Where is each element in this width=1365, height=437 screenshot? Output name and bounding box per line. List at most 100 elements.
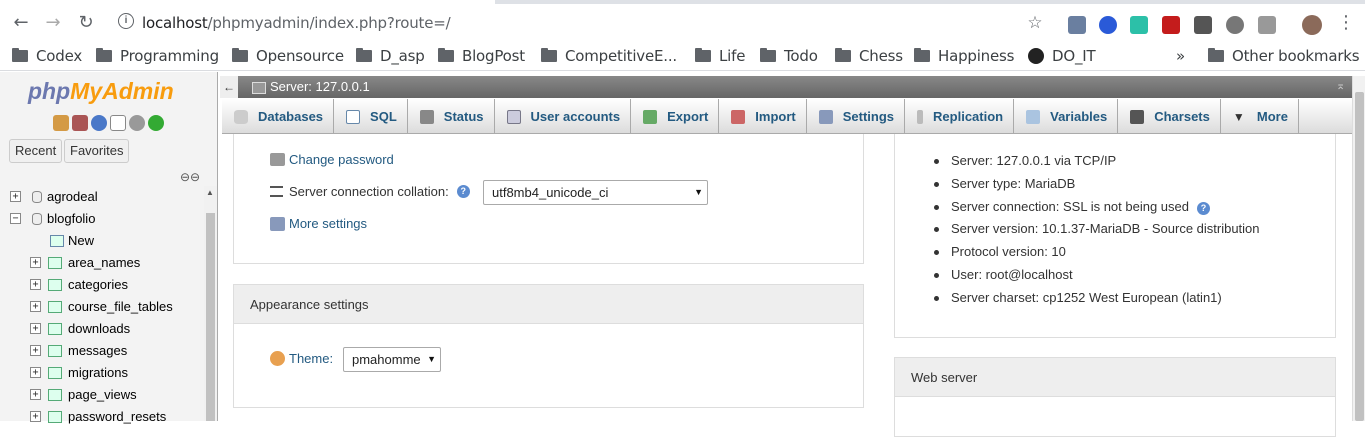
tree-item-new[interactable]: New (0, 230, 205, 252)
bookmark-life[interactable]: Life (695, 46, 745, 66)
help-icon[interactable] (91, 115, 107, 131)
expand-icon[interactable]: + (30, 257, 41, 268)
recent-button[interactable]: Recent (9, 139, 63, 163)
nav-scroll-thumb[interactable] (206, 213, 215, 421)
theme-row: Theme: (270, 351, 333, 366)
help-icon[interactable]: ? (1197, 202, 1210, 215)
tab-settings[interactable]: Settings (807, 99, 906, 134)
bookmark-d-asp[interactable]: D_asp (356, 46, 425, 66)
extension-icon-3[interactable] (1130, 16, 1148, 34)
bookmark-label: Todo (784, 47, 818, 65)
home-icon[interactable] (53, 115, 69, 131)
expand-icon[interactable]: + (10, 191, 21, 202)
url-field[interactable]: i localhost/phpmyadmin/index.php?route=/ (110, 6, 1060, 38)
tree-item-migrations[interactable]: + migrations (0, 362, 205, 384)
docs-icon[interactable] (110, 115, 126, 131)
tree-item-area-names[interactable]: + area_names (0, 252, 205, 274)
extension-icon-7[interactable] (1258, 16, 1276, 34)
extension-icon-1[interactable] (1068, 16, 1086, 34)
tab-label: SQL (370, 109, 397, 124)
bookmark-do-it[interactable]: DO_IT (1028, 46, 1096, 66)
tree-item-page-views[interactable]: + page_views (0, 384, 205, 406)
expand-icon[interactable]: + (30, 411, 41, 422)
tree-item-messages[interactable]: + messages (0, 340, 205, 362)
extension-icon-2[interactable] (1099, 16, 1117, 34)
collapse-icon[interactable]: ⌅ (1336, 80, 1348, 92)
bookmark-label: Codex (36, 47, 83, 65)
theme-select[interactable]: pmahomme ▼ (343, 347, 441, 372)
tab-replication[interactable]: Replication (905, 99, 1015, 134)
site-info-icon[interactable]: i (118, 13, 134, 29)
bookmark-happiness[interactable]: Happiness (914, 46, 1014, 66)
tree-item-course-file-tables[interactable]: + course_file_tables (0, 296, 205, 318)
extension-icon-6[interactable] (1226, 16, 1244, 34)
bookmark-star-icon[interactable]: ☆ (1024, 12, 1046, 34)
bookmark-programming[interactable]: Programming (96, 46, 219, 66)
bookmarks-overflow-button[interactable]: » (1176, 46, 1185, 66)
tree-item-categories[interactable]: + categories (0, 274, 205, 296)
back-icon[interactable]: ← (10, 12, 32, 34)
tab-databases[interactable]: Databases (222, 99, 335, 134)
main-scroll-thumb[interactable] (1355, 92, 1364, 421)
reload-icon[interactable]: ↻ (75, 12, 97, 34)
collapse-icon[interactable]: − (10, 213, 21, 224)
variables-icon (1026, 109, 1041, 124)
more-settings-link[interactable]: More settings (289, 216, 367, 231)
bookmark-competitive[interactable]: CompetitiveE... (541, 46, 677, 66)
tab-variables[interactable]: Variables (1014, 99, 1119, 134)
tree-item-password-resets[interactable]: + password_resets (0, 406, 205, 426)
server-icon (252, 81, 266, 94)
extension-icon-4[interactable] (1162, 16, 1180, 34)
change-password-row[interactable]: Change password (270, 152, 394, 167)
bookmark-codex[interactable]: Codex (12, 46, 82, 66)
tab-import[interactable]: Import (719, 99, 807, 134)
change-password-link[interactable]: Change password (289, 152, 394, 167)
expand-icon[interactable]: + (30, 389, 41, 400)
reload-icon[interactable] (148, 115, 164, 131)
more-settings-row[interactable]: More settings (270, 216, 367, 231)
tab-sql[interactable]: SQL (334, 99, 408, 134)
forward-icon[interactable]: → (42, 12, 64, 34)
extension-icon-5[interactable] (1194, 16, 1212, 34)
tree-label: categories (68, 277, 128, 292)
nav-scrollbar[interactable]: ▲ (204, 186, 217, 421)
menu-kebab-icon[interactable]: ⋮ (1335, 12, 1357, 34)
collation-select[interactable]: utf8mb4_unicode_ci ▼ (483, 180, 708, 205)
tree-item-agrodeal[interactable]: + agrodeal (0, 186, 205, 208)
server-breadcrumb[interactable]: Server: 127.0.0.1 (252, 76, 370, 98)
collation-label: Server connection collation: (289, 184, 449, 199)
tab-export[interactable]: Export (631, 99, 720, 134)
bookmark-chess[interactable]: Chess (835, 46, 903, 66)
expand-icon[interactable]: + (30, 345, 41, 356)
folder-icon (96, 48, 112, 62)
tab-user-accounts[interactable]: User accounts (495, 99, 632, 134)
bookmark-other[interactable]: Other bookmarks (1208, 46, 1360, 66)
bookmark-todo[interactable]: Todo (760, 46, 818, 66)
tab-status[interactable]: Status (408, 99, 495, 134)
bookmark-label: Programming (120, 47, 219, 65)
tab-charsets[interactable]: Charsets (1118, 99, 1221, 134)
scroll-up-icon[interactable]: ▲ (206, 188, 214, 197)
expand-icon[interactable]: + (30, 323, 41, 334)
tree-item-blogfolio[interactable]: − blogfolio (0, 208, 205, 230)
replication-icon (917, 109, 924, 124)
tree-item-downloads[interactable]: + downloads (0, 318, 205, 340)
main-scrollbar[interactable] (1352, 76, 1365, 421)
expand-icon[interactable]: + (30, 279, 41, 290)
logout-icon[interactable] (72, 115, 88, 131)
profile-avatar[interactable] (1302, 15, 1322, 35)
url-text[interactable]: localhost/phpmyadmin/index.php?route=/ (142, 14, 451, 32)
bookmark-blogpost[interactable]: BlogPost (438, 46, 525, 66)
phpmyadmin-logo[interactable]: phpMyAdmin (28, 78, 174, 105)
theme-label[interactable]: Theme: (289, 351, 333, 366)
help-icon[interactable]: ? (456, 185, 470, 198)
bookmark-opensource[interactable]: Opensource (232, 46, 344, 66)
back-arrow-icon[interactable]: ← (220, 76, 238, 98)
link-icon[interactable]: ⊖⊖ (180, 170, 200, 184)
tab-more[interactable]: ▼ More (1221, 99, 1299, 134)
favorites-button[interactable]: Favorites (64, 139, 130, 163)
expand-icon[interactable]: + (30, 367, 41, 378)
expand-icon[interactable]: + (30, 301, 41, 312)
gear-icon[interactable] (129, 115, 145, 131)
bookmark-label: Opensource (256, 47, 344, 65)
